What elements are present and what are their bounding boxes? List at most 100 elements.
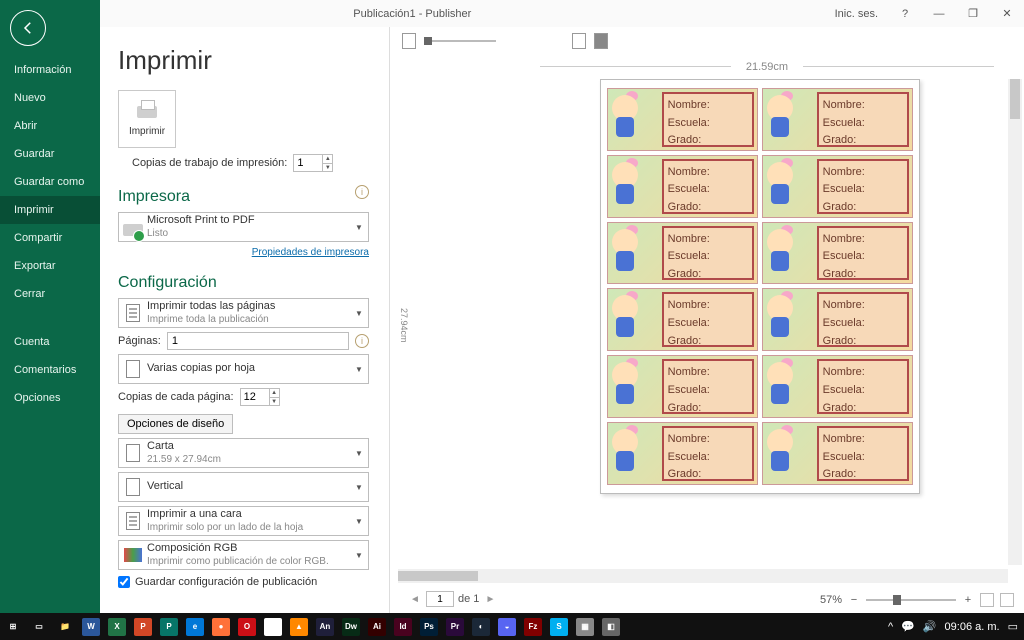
chevron-down-icon: ▼ — [350, 223, 368, 232]
taskbar-app-ppt[interactable]: P — [130, 613, 156, 640]
color-select[interactable]: Composición RGB Imprimir como publicació… — [118, 540, 369, 570]
printer-select[interactable]: Microsoft Print to PDF Listo ▼ — [118, 212, 369, 242]
copies-each-input[interactable] — [241, 389, 269, 405]
tray-clock[interactable]: 09:06 a. m. — [945, 621, 1000, 633]
taskbar-app-app2[interactable]: ▦ — [572, 613, 598, 640]
sidebar-item-cuenta[interactable]: Cuenta — [0, 328, 100, 356]
sidebar-item-cerrar[interactable]: Cerrar — [0, 280, 100, 308]
pages-label: Páginas: — [118, 335, 161, 347]
taskbar-app-ps[interactable]: Ps — [416, 613, 442, 640]
info-icon[interactable]: i — [355, 185, 369, 199]
taskbar-app-discord[interactable]: ◒ — [494, 613, 520, 640]
sidebar-item-compartir[interactable]: Compartir — [0, 224, 100, 252]
tray-chevron-icon[interactable]: ^ — [888, 621, 893, 633]
copies-per-sheet-select[interactable]: Varias copias por hoja ▼ — [118, 354, 369, 384]
spin-up-icon[interactable]: ▲ — [270, 389, 279, 398]
label-card: Nombre:Escuela:Grado:Grupo: — [762, 422, 913, 485]
preview-page-icon[interactable] — [402, 33, 416, 49]
chevron-down-icon: ▼ — [350, 551, 368, 560]
page-number-input[interactable] — [426, 591, 454, 607]
taskbar-app-steam[interactable]: ◐ — [468, 613, 494, 640]
tray-volume-icon[interactable]: 🔊 — [923, 620, 937, 633]
print-button[interactable]: Imprimir — [118, 90, 176, 148]
help-button[interactable]: ? — [888, 0, 922, 27]
label-card: Nombre:Escuela:Grado:Grupo: — [607, 88, 758, 151]
ruler-horizontal: 21.59cm — [540, 61, 994, 73]
preview-layout-icon[interactable] — [572, 33, 586, 49]
view-mode-button[interactable] — [1000, 593, 1014, 607]
label-card: Nombre:Escuela:Grado:Grupo: — [762, 288, 913, 351]
taskbar-app-explorer[interactable]: 📁 — [52, 613, 78, 640]
close-button[interactable]: ✕ — [990, 0, 1024, 27]
copies-spinner[interactable]: ▲▼ — [293, 154, 333, 172]
windows-taskbar: ⊞▭📁WXPPe●O◉▲AnDwAiIdPsPr◐◒FzS▦◧ ^ 💬 🔊 09… — [0, 613, 1024, 640]
system-tray[interactable]: ^ 💬 🔊 09:06 a. m. ▭ — [888, 620, 1024, 633]
sidebar-item-nuevo[interactable]: Nuevo — [0, 84, 100, 112]
label-card: Nombre:Escuela:Grado:Grupo: — [607, 422, 758, 485]
taskbar-app-dw[interactable]: Dw — [338, 613, 364, 640]
taskbar-app-s[interactable]: S — [546, 613, 572, 640]
sign-in-link[interactable]: Inic. ses. — [825, 8, 888, 20]
preview-page-slider[interactable] — [424, 40, 496, 42]
minimize-button[interactable]: — — [922, 0, 956, 27]
taskbar-app-firefox[interactable]: ● — [208, 613, 234, 640]
taskbar-app-excel[interactable]: X — [104, 613, 130, 640]
config-heading: Configuración — [118, 274, 369, 292]
layout-options-button[interactable]: Opciones de diseño — [118, 414, 233, 434]
copies-each-spinner[interactable]: ▲▼ — [240, 388, 280, 406]
printer-properties-link[interactable]: Propiedades de impresora — [252, 247, 369, 258]
spin-down-icon[interactable]: ▼ — [270, 398, 279, 406]
chevron-down-icon: ▼ — [350, 365, 368, 374]
maximize-button[interactable]: ❐ — [956, 0, 990, 27]
page-next-button[interactable]: ► — [483, 592, 497, 606]
sidebar-item-opciones[interactable]: Opciones — [0, 384, 100, 412]
sidebar-item-exportar[interactable]: Exportar — [0, 252, 100, 280]
fit-page-button[interactable] — [980, 593, 994, 607]
taskbar-app-word[interactable]: W — [78, 613, 104, 640]
preview-ruler-toggle[interactable] — [594, 33, 608, 49]
page-prev-button[interactable]: ◄ — [408, 592, 422, 606]
scrollbar-vertical[interactable] — [1008, 79, 1022, 565]
taskbar-app-id[interactable]: Id — [390, 613, 416, 640]
sidebar-item-imprimir[interactable]: Imprimir — [0, 196, 100, 224]
taskbar-app-app3[interactable]: ◧ — [598, 613, 624, 640]
printer-icon — [133, 102, 161, 122]
save-config-checkbox[interactable]: Guardar configuración de publicación — [118, 576, 369, 588]
taskbar-app-opera[interactable]: O — [234, 613, 260, 640]
zoom-level: 57% — [820, 594, 842, 606]
copies-input[interactable] — [294, 155, 322, 171]
taskbar-app-task[interactable]: ▭ — [26, 613, 52, 640]
scrollbar-horizontal[interactable] — [398, 569, 1008, 583]
tray-action-center-icon[interactable]: 💬 — [901, 620, 915, 633]
taskbar-app-publisher[interactable]: P — [156, 613, 182, 640]
print-range-select[interactable]: Imprimir todas las páginas Imprime toda … — [118, 298, 369, 328]
sidebar-item-guardar[interactable]: Guardar — [0, 140, 100, 168]
spin-down-icon[interactable]: ▼ — [323, 164, 332, 172]
pages-input[interactable] — [167, 332, 349, 350]
info-icon[interactable]: i — [355, 334, 369, 348]
zoom-in-button[interactable]: + — [962, 594, 974, 606]
taskbar-app-vlc[interactable]: ▲ — [286, 613, 312, 640]
chevron-down-icon: ▼ — [350, 449, 368, 458]
taskbar-app-edge[interactable]: e — [182, 613, 208, 640]
taskbar-app-chrome[interactable]: ◉ — [260, 613, 286, 640]
sidebar-item-guardar-como[interactable]: Guardar como — [0, 168, 100, 196]
sidebar-item-comentarios[interactable]: Comentarios — [0, 356, 100, 384]
paper-size-select[interactable]: Carta 21.59 x 27.94cm ▼ — [118, 438, 369, 468]
zoom-slider[interactable] — [866, 599, 956, 601]
zoom-out-button[interactable]: − — [848, 594, 860, 606]
duplex-select[interactable]: Imprimir a una cara Imprimir solo por un… — [118, 506, 369, 536]
taskbar-app-app1[interactable]: Fz — [520, 613, 546, 640]
back-button[interactable] — [10, 10, 46, 46]
rgb-icon — [124, 548, 142, 562]
spin-up-icon[interactable]: ▲ — [323, 155, 332, 164]
taskbar-app-ai[interactable]: Ai — [364, 613, 390, 640]
tray-notifications-icon[interactable]: ▭ — [1008, 620, 1018, 633]
orientation-select[interactable]: Vertical ▼ — [118, 472, 369, 502]
taskbar-app-start[interactable]: ⊞ — [0, 613, 26, 640]
printer-heading: Impresora — [118, 188, 190, 206]
sidebar-item-abrir[interactable]: Abrir — [0, 112, 100, 140]
sidebar-item-informacion[interactable]: Información — [0, 56, 100, 84]
taskbar-app-pr[interactable]: Pr — [442, 613, 468, 640]
taskbar-app-an[interactable]: An — [312, 613, 338, 640]
